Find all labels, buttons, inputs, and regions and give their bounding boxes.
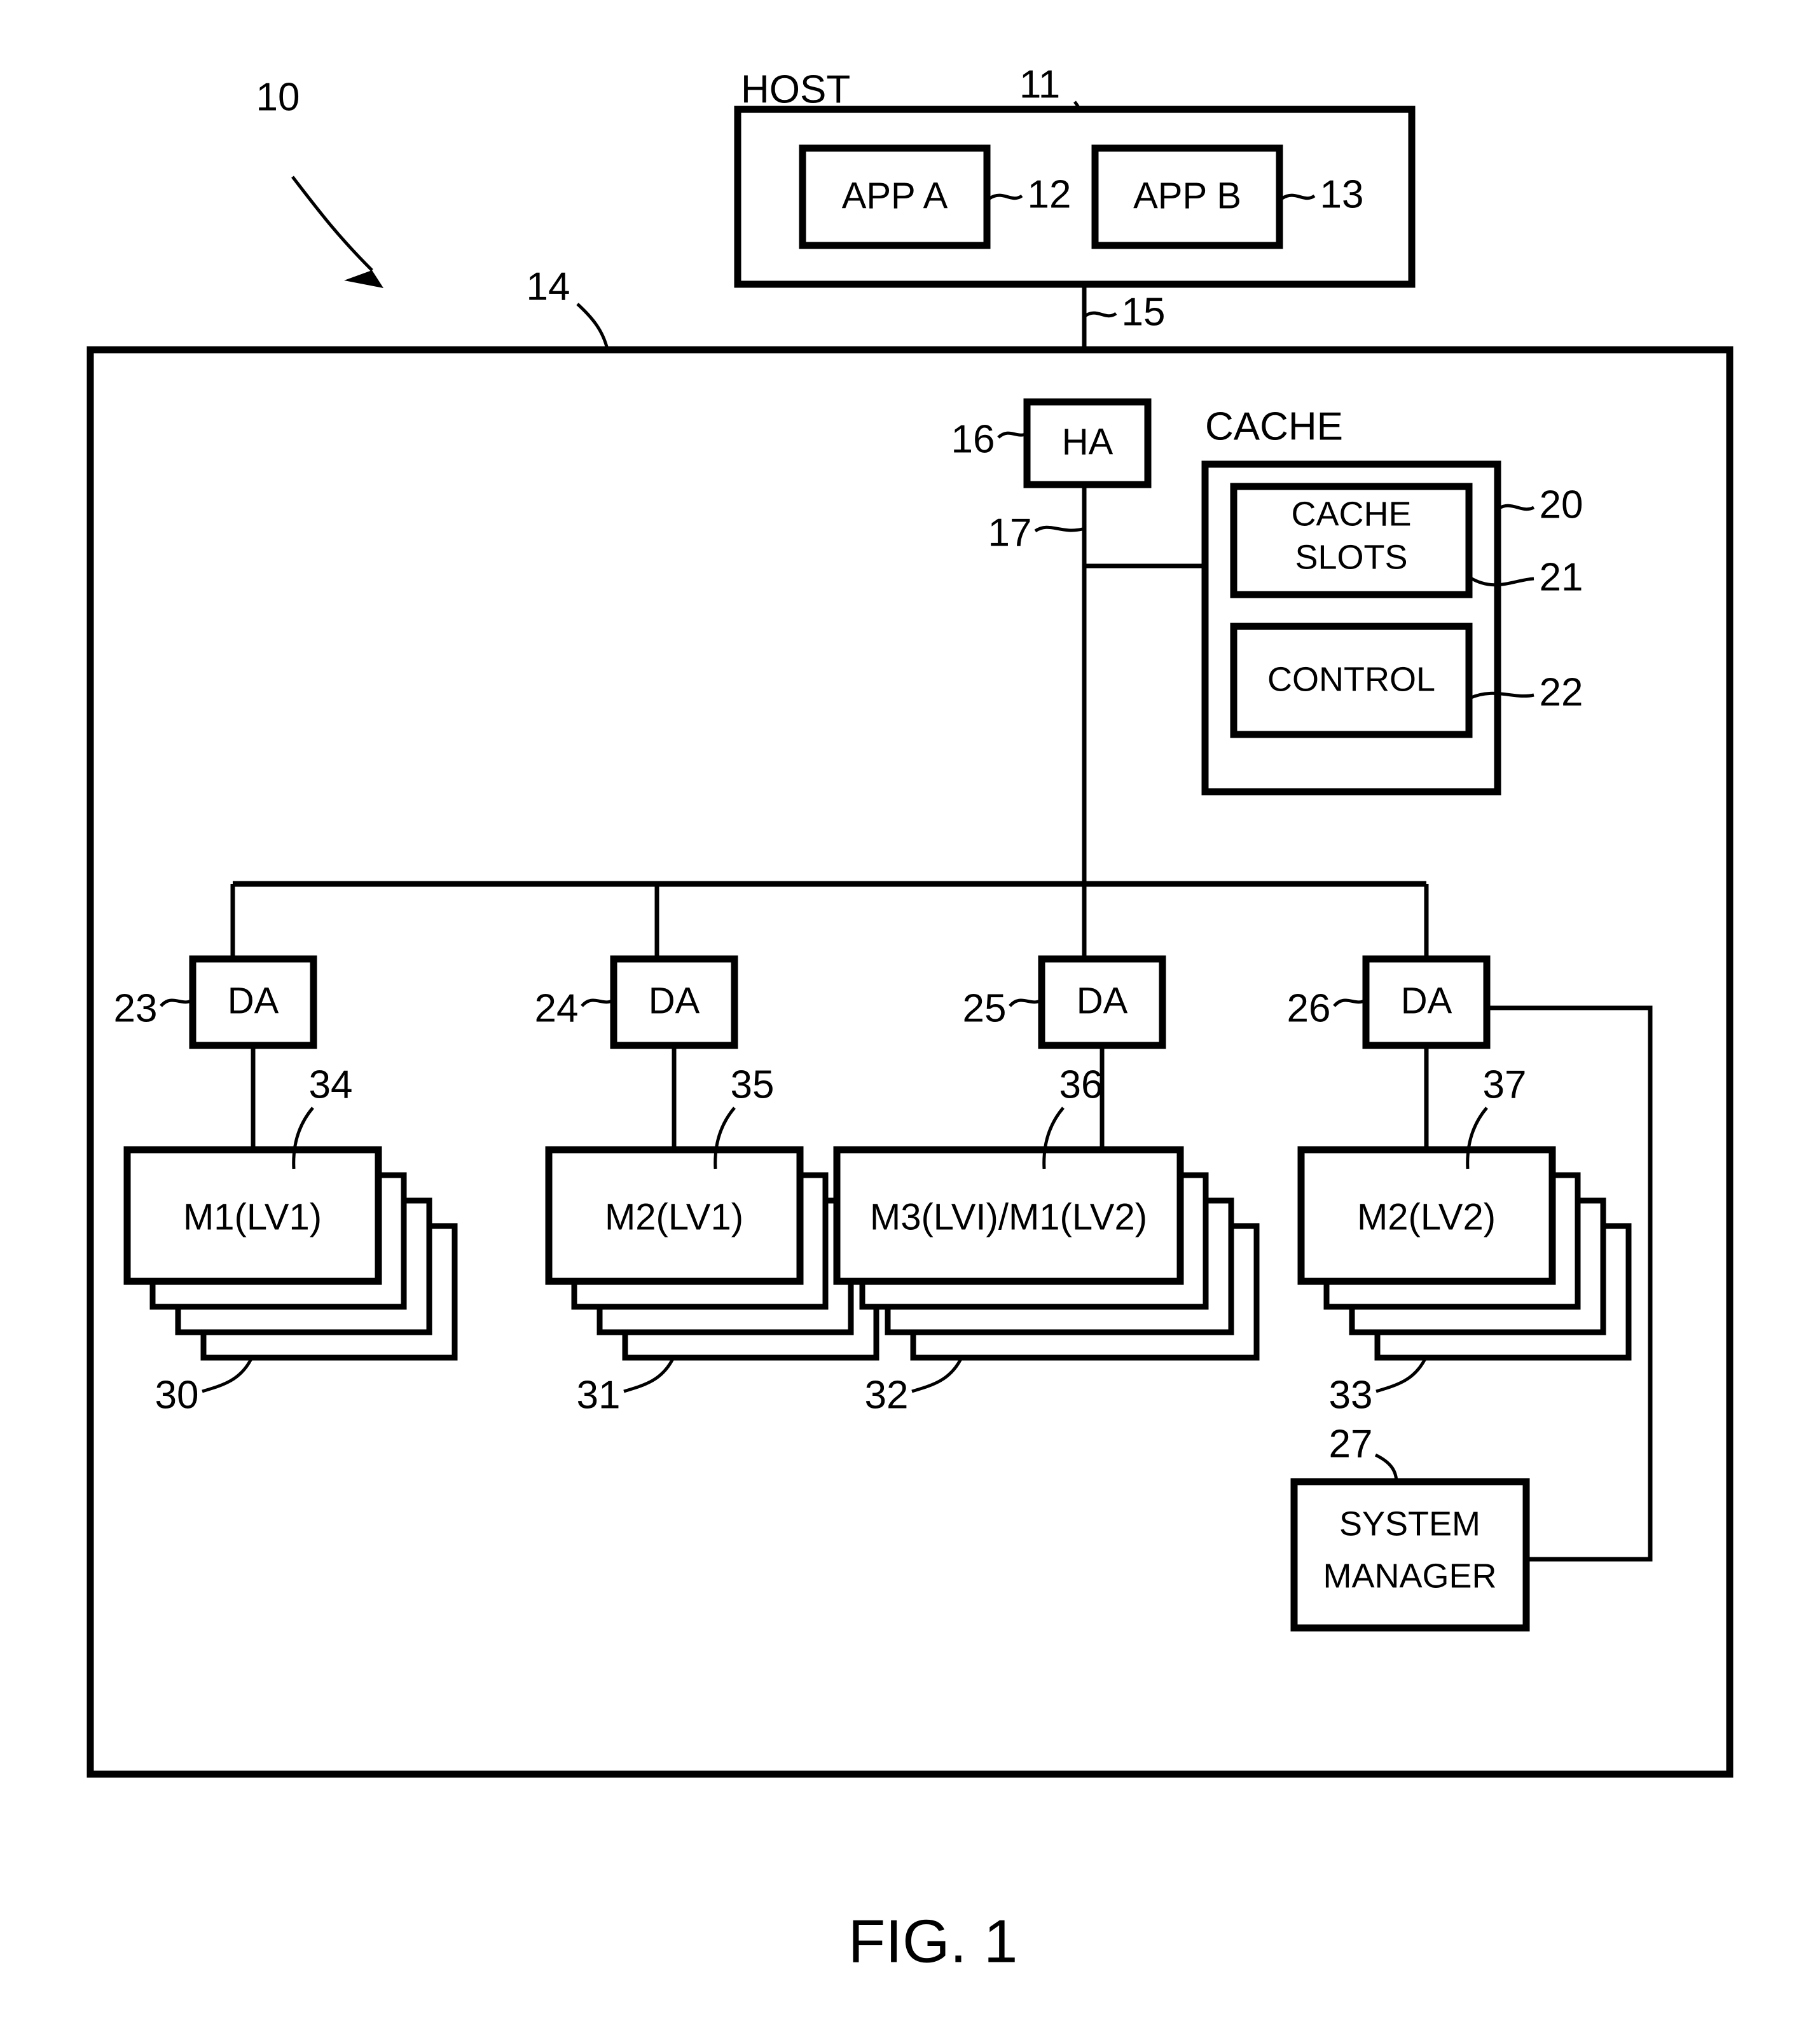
ref-15-label: 15 [1122,290,1166,334]
ref-35-label: 35 [731,1063,775,1106]
cache-slots-label-line1: CACHE [1291,495,1411,533]
device-stack-3: M3(LVI)/M1(LV2) [833,1146,1260,1361]
disk-adapter-label-25: DA [1077,980,1128,1021]
system-manager-label-line1: SYSTEM [1339,1505,1480,1543]
ref-32-label: 32 [865,1373,909,1417]
ref-13-label: 13 [1320,172,1364,216]
ref-24-label: 24 [535,986,579,1030]
ref-14-leader [576,303,609,350]
app-a-label: APP A [842,175,948,216]
ref-34-label: 34 [309,1063,353,1106]
ref-33-label: 33 [1329,1373,1373,1417]
ref-37-label: 37 [1483,1063,1527,1106]
ref-20-label: 20 [1540,483,1583,527]
cache-control-label: CONTROL [1267,660,1435,698]
ref-10-arrowhead [344,270,383,288]
cache-label: CACHE [1205,404,1343,448]
ref-21-label: 21 [1540,555,1583,599]
ref-10-label: 10 [256,75,300,119]
system-manager-label-line2: MANAGER [1323,1557,1496,1595]
ref-31-label: 31 [577,1373,621,1417]
ref-16-label: 16 [951,417,995,461]
figure-1-diagram: 10 HOST 11 APP A 12 APP B 13 15 14 HA 16… [86,62,1734,1975]
ref-12-label: 12 [1028,172,1072,216]
cache-slots-label-line2: SLOTS [1295,538,1407,576]
figure-caption: FIG. 1 [848,1907,1018,1975]
disk-adapter-label-23: DA [228,980,279,1021]
ref-14-label: 14 [527,265,570,308]
ref-14-callout: 14 [527,265,609,350]
ref-15-callout: 15 [1084,290,1166,334]
system-reference-callout: 10 [256,75,383,288]
host-adapter-label: HA [1062,421,1113,462]
ref-22-label: 22 [1540,670,1583,714]
ref-25-label: 25 [963,986,1007,1030]
ref-30-label: 30 [155,1373,199,1417]
ref-10-leader [291,176,373,272]
patent-figure-page: 10 HOST 11 APP A 12 APP B 13 15 14 HA 16… [0,0,1820,2019]
system-manager-box [1290,1478,1530,1632]
device-stack-1: M1(LV1) [123,1146,458,1361]
device-label-2: M2(LV1) [605,1196,743,1237]
ref-27-label: 27 [1329,1422,1373,1466]
host-label: HOST [741,67,850,111]
ref-26-label: 26 [1287,986,1331,1030]
device-stack-4: M2(LV2) [1297,1146,1632,1361]
disk-adapter-label-24: DA [649,980,700,1021]
device-label-3: M3(LVI)/M1(LV2) [870,1196,1147,1237]
ref-36-label: 36 [1059,1063,1103,1106]
app-b-label: APP B [1133,175,1241,216]
device-label-1: M1(LV1) [183,1196,322,1237]
ref-11-label: 11 [1019,62,1060,106]
device-label-4: M2(LV2) [1357,1196,1496,1237]
device-stack-2: M2(LV1) [545,1146,879,1361]
disk-adapter-label-26: DA [1401,980,1452,1021]
ref-15-leader [1084,311,1117,318]
ref-17-label: 17 [988,511,1032,555]
ref-23-label: 23 [114,986,158,1030]
